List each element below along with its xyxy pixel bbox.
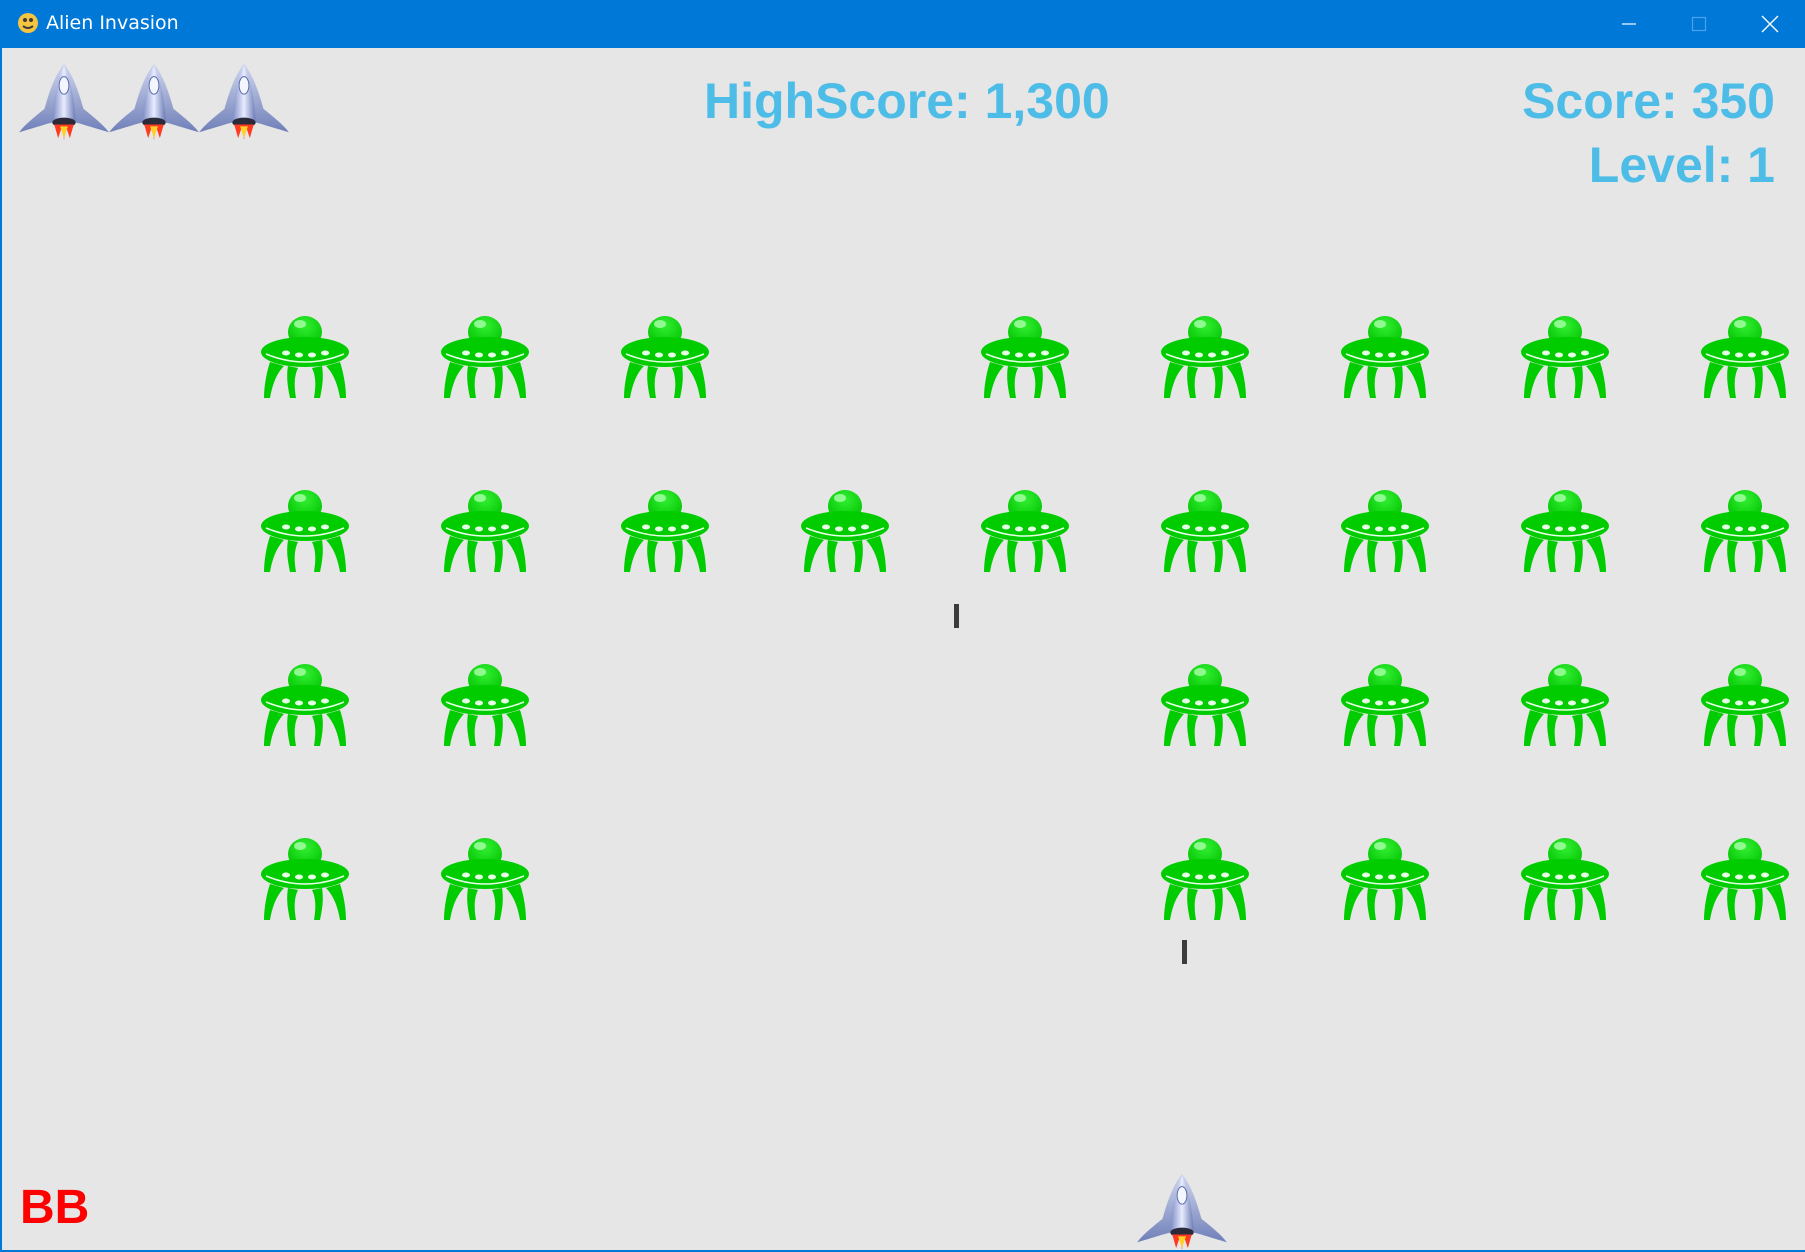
high-score: HighScore: 1,300 [704,73,1110,129]
life-ship-icon [198,63,290,141]
bullet [954,604,959,628]
level: Level: 1 [1588,137,1775,193]
alien-ufo-icon [1160,489,1250,573]
alien-ufo-icon [1520,489,1610,573]
alien-ufo-icon [980,315,1070,399]
alien-ufo-icon [260,837,350,921]
alien-ufo-icon [1700,315,1790,399]
alien-ufo-icon [260,489,350,573]
alien-ufo-icon [1520,837,1610,921]
pygame-snake-icon [18,13,38,33]
maximize-button[interactable] [1664,0,1734,48]
life-ship-icon [18,63,110,141]
close-icon [1761,15,1779,33]
alien-ufo-icon [1340,837,1430,921]
alien-ufo-icon [1700,489,1790,573]
game-canvas[interactable]: HighScore: 1,300 Score: 350 Level: 1 BB [4,48,1805,1250]
alien-ufo-icon [800,489,890,573]
alien-ufo-icon [440,315,530,399]
alien-ufo-icon [440,837,530,921]
score: Score: 350 [1522,73,1775,129]
title-bar[interactable]: Alien Invasion [2,0,1805,48]
bullet [1182,940,1187,964]
alien-ufo-icon [1340,315,1430,399]
alien-ufo-icon [1340,489,1430,573]
minimize-button[interactable] [1594,0,1664,48]
alien-ufo-icon [1160,315,1250,399]
alien-ufo-icon [1520,315,1610,399]
alien-ufo-icon [440,489,530,573]
alien-ufo-icon [980,489,1070,573]
maximize-icon [1691,16,1707,32]
game-window: Alien Invasion HighScore: 1,300 Score: 3… [0,0,1805,1252]
life-ship-icon [108,63,200,141]
alien-ufo-icon [1520,663,1610,747]
alien-ufo-icon [260,315,350,399]
player-initials: BB [20,1181,90,1234]
alien-ufo-icon [620,489,710,573]
alien-ufo-icon [260,663,350,747]
close-button[interactable] [1735,0,1805,48]
player-ship-icon [1136,1173,1228,1250]
alien-ufo-icon [1700,837,1790,921]
window-title: Alien Invasion [46,12,179,34]
alien-ufo-icon [1340,663,1430,747]
alien-ufo-icon [1160,837,1250,921]
alien-ufo-icon [620,315,710,399]
alien-ufo-icon [1700,663,1790,747]
minimize-icon [1622,23,1636,25]
alien-ufo-icon [1160,663,1250,747]
alien-ufo-icon [440,663,530,747]
